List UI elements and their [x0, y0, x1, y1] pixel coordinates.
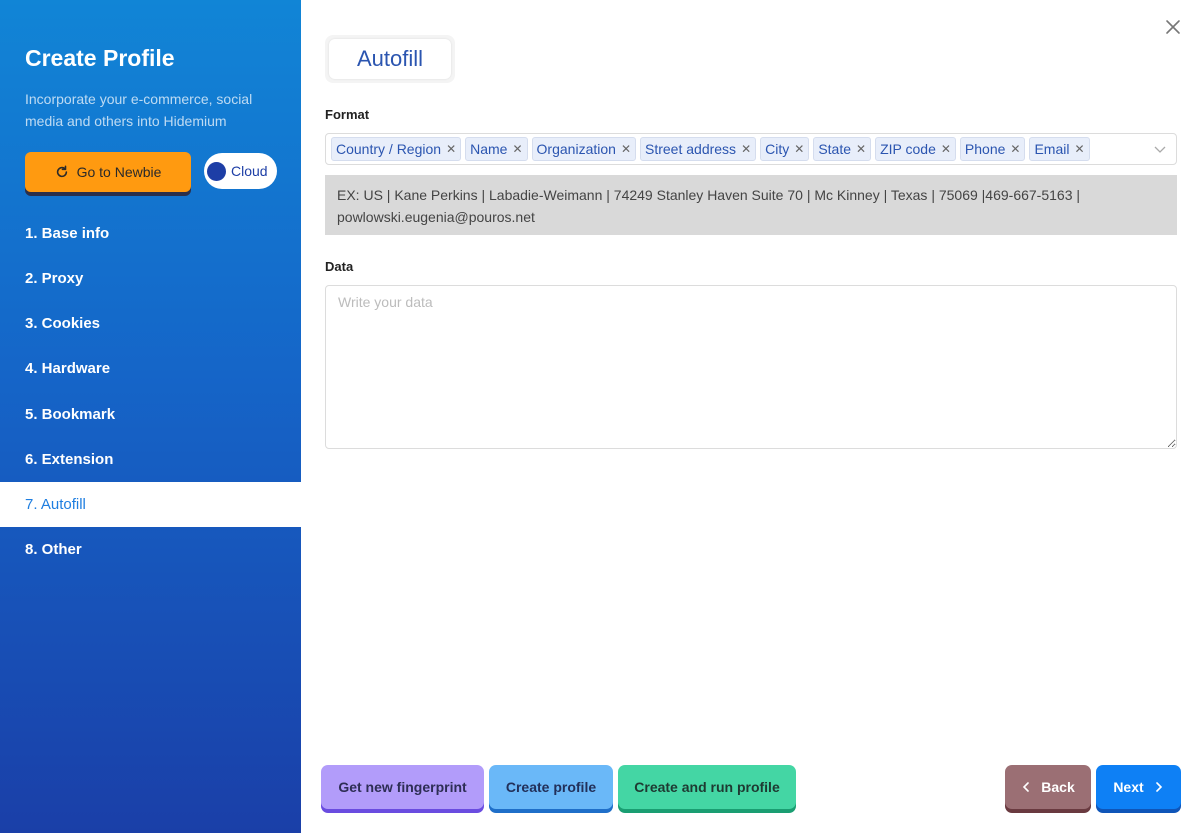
- go-to-newbie-button[interactable]: Go to Newbie: [25, 152, 191, 192]
- chevron-right-icon: [1155, 782, 1162, 792]
- tag-label: Organization: [536, 141, 616, 157]
- tag-remove-icon[interactable]: ✕: [621, 142, 631, 156]
- back-label: Back: [1041, 779, 1075, 795]
- sidebar-item-extension[interactable]: 6. Extension: [0, 437, 301, 482]
- format-tag: ZIP code ✕: [875, 137, 956, 161]
- get-new-fingerprint-button[interactable]: Get new fingerprint: [321, 765, 484, 809]
- next-label: Next: [1113, 779, 1144, 795]
- tag-remove-icon[interactable]: ✕: [794, 142, 804, 156]
- tag-remove-icon[interactable]: ✕: [941, 142, 951, 156]
- data-input[interactable]: [325, 285, 1177, 449]
- next-button[interactable]: Next: [1096, 765, 1181, 809]
- sidebar-item-autofill[interactable]: 7. Autofill: [0, 482, 301, 527]
- format-tag: State ✕: [813, 137, 872, 161]
- back-button[interactable]: Back: [1005, 765, 1091, 809]
- format-label: Format: [325, 107, 370, 122]
- sidebar-item-hardware[interactable]: 4. Hardware: [0, 346, 301, 391]
- tag-label: Email: [1034, 141, 1070, 157]
- format-select[interactable]: Country / Region ✕ Name ✕ Organization ✕ St…: [325, 133, 1177, 165]
- format-example: EX: US | Kane Perkins | Labadie-Weimann …: [325, 175, 1177, 235]
- format-tag: Organization ✕: [531, 137, 636, 161]
- data-label: Data: [325, 259, 354, 274]
- format-tag: Phone ✕: [959, 137, 1026, 161]
- close-button[interactable]: [1163, 17, 1183, 37]
- cloud-toggle-label: Cloud: [231, 163, 268, 179]
- tag-label: ZIP code: [880, 141, 936, 157]
- sidebar-subtitle: Incorporate your e-commerce, social medi…: [25, 91, 253, 129]
- section-title: Autofill: [329, 39, 451, 79]
- create-profile-label: Create profile: [505, 779, 597, 795]
- sidebar-item-other[interactable]: 8. Other: [0, 527, 301, 572]
- section-tab: Autofill: [325, 35, 455, 83]
- sidebar-item-proxy[interactable]: 2. Proxy: [0, 256, 301, 301]
- format-tag: Name ✕: [465, 137, 528, 161]
- sidebar-item-bookmark[interactable]: 5. Bookmark: [0, 392, 301, 437]
- tag-remove-icon[interactable]: ✕: [856, 142, 866, 156]
- cloud-toggle[interactable]: Cloud: [204, 153, 277, 189]
- format-tag: Street address ✕: [640, 137, 757, 161]
- refresh-icon: [56, 165, 67, 178]
- tag-label: City: [765, 141, 790, 157]
- close-icon: [1166, 20, 1180, 34]
- tag-label: Phone: [964, 141, 1006, 157]
- create-and-run-profile-button[interactable]: Create and run profile: [618, 765, 796, 809]
- tag-remove-icon[interactable]: ✕: [1074, 142, 1084, 156]
- chevron-left-icon: [1023, 782, 1030, 792]
- sidebar: Create Profile Incorporate your e-commer…: [0, 0, 301, 833]
- tag-label: Name: [470, 141, 508, 157]
- format-tag: Email ✕: [1029, 137, 1090, 161]
- create-and-run-profile-label: Create and run profile: [634, 779, 780, 795]
- create-profile-button[interactable]: Create profile: [489, 765, 613, 809]
- tag-label: Country / Region: [336, 141, 442, 157]
- tag-remove-icon[interactable]: ✕: [446, 142, 456, 156]
- tag-remove-icon[interactable]: ✕: [1010, 142, 1020, 156]
- go-to-newbie-label: Go to Newbie: [76, 164, 162, 180]
- sidebar-title: Create Profile: [25, 45, 175, 71]
- tag-remove-icon[interactable]: ✕: [512, 142, 522, 156]
- tag-remove-icon[interactable]: ✕: [741, 142, 751, 156]
- chevron-down-icon[interactable]: [1154, 143, 1166, 155]
- sidebar-item-base-info[interactable]: 1. Base info: [0, 211, 301, 256]
- format-tag: Country / Region ✕: [331, 137, 462, 161]
- get-new-fingerprint-label: Get new fingerprint: [338, 779, 467, 795]
- sidebar-item-cookies[interactable]: 3. Cookies: [0, 301, 301, 346]
- tag-label: Street address: [645, 141, 737, 157]
- format-tag: City ✕: [760, 137, 810, 161]
- toggle-knob: [207, 161, 226, 181]
- tag-label: State: [818, 141, 852, 157]
